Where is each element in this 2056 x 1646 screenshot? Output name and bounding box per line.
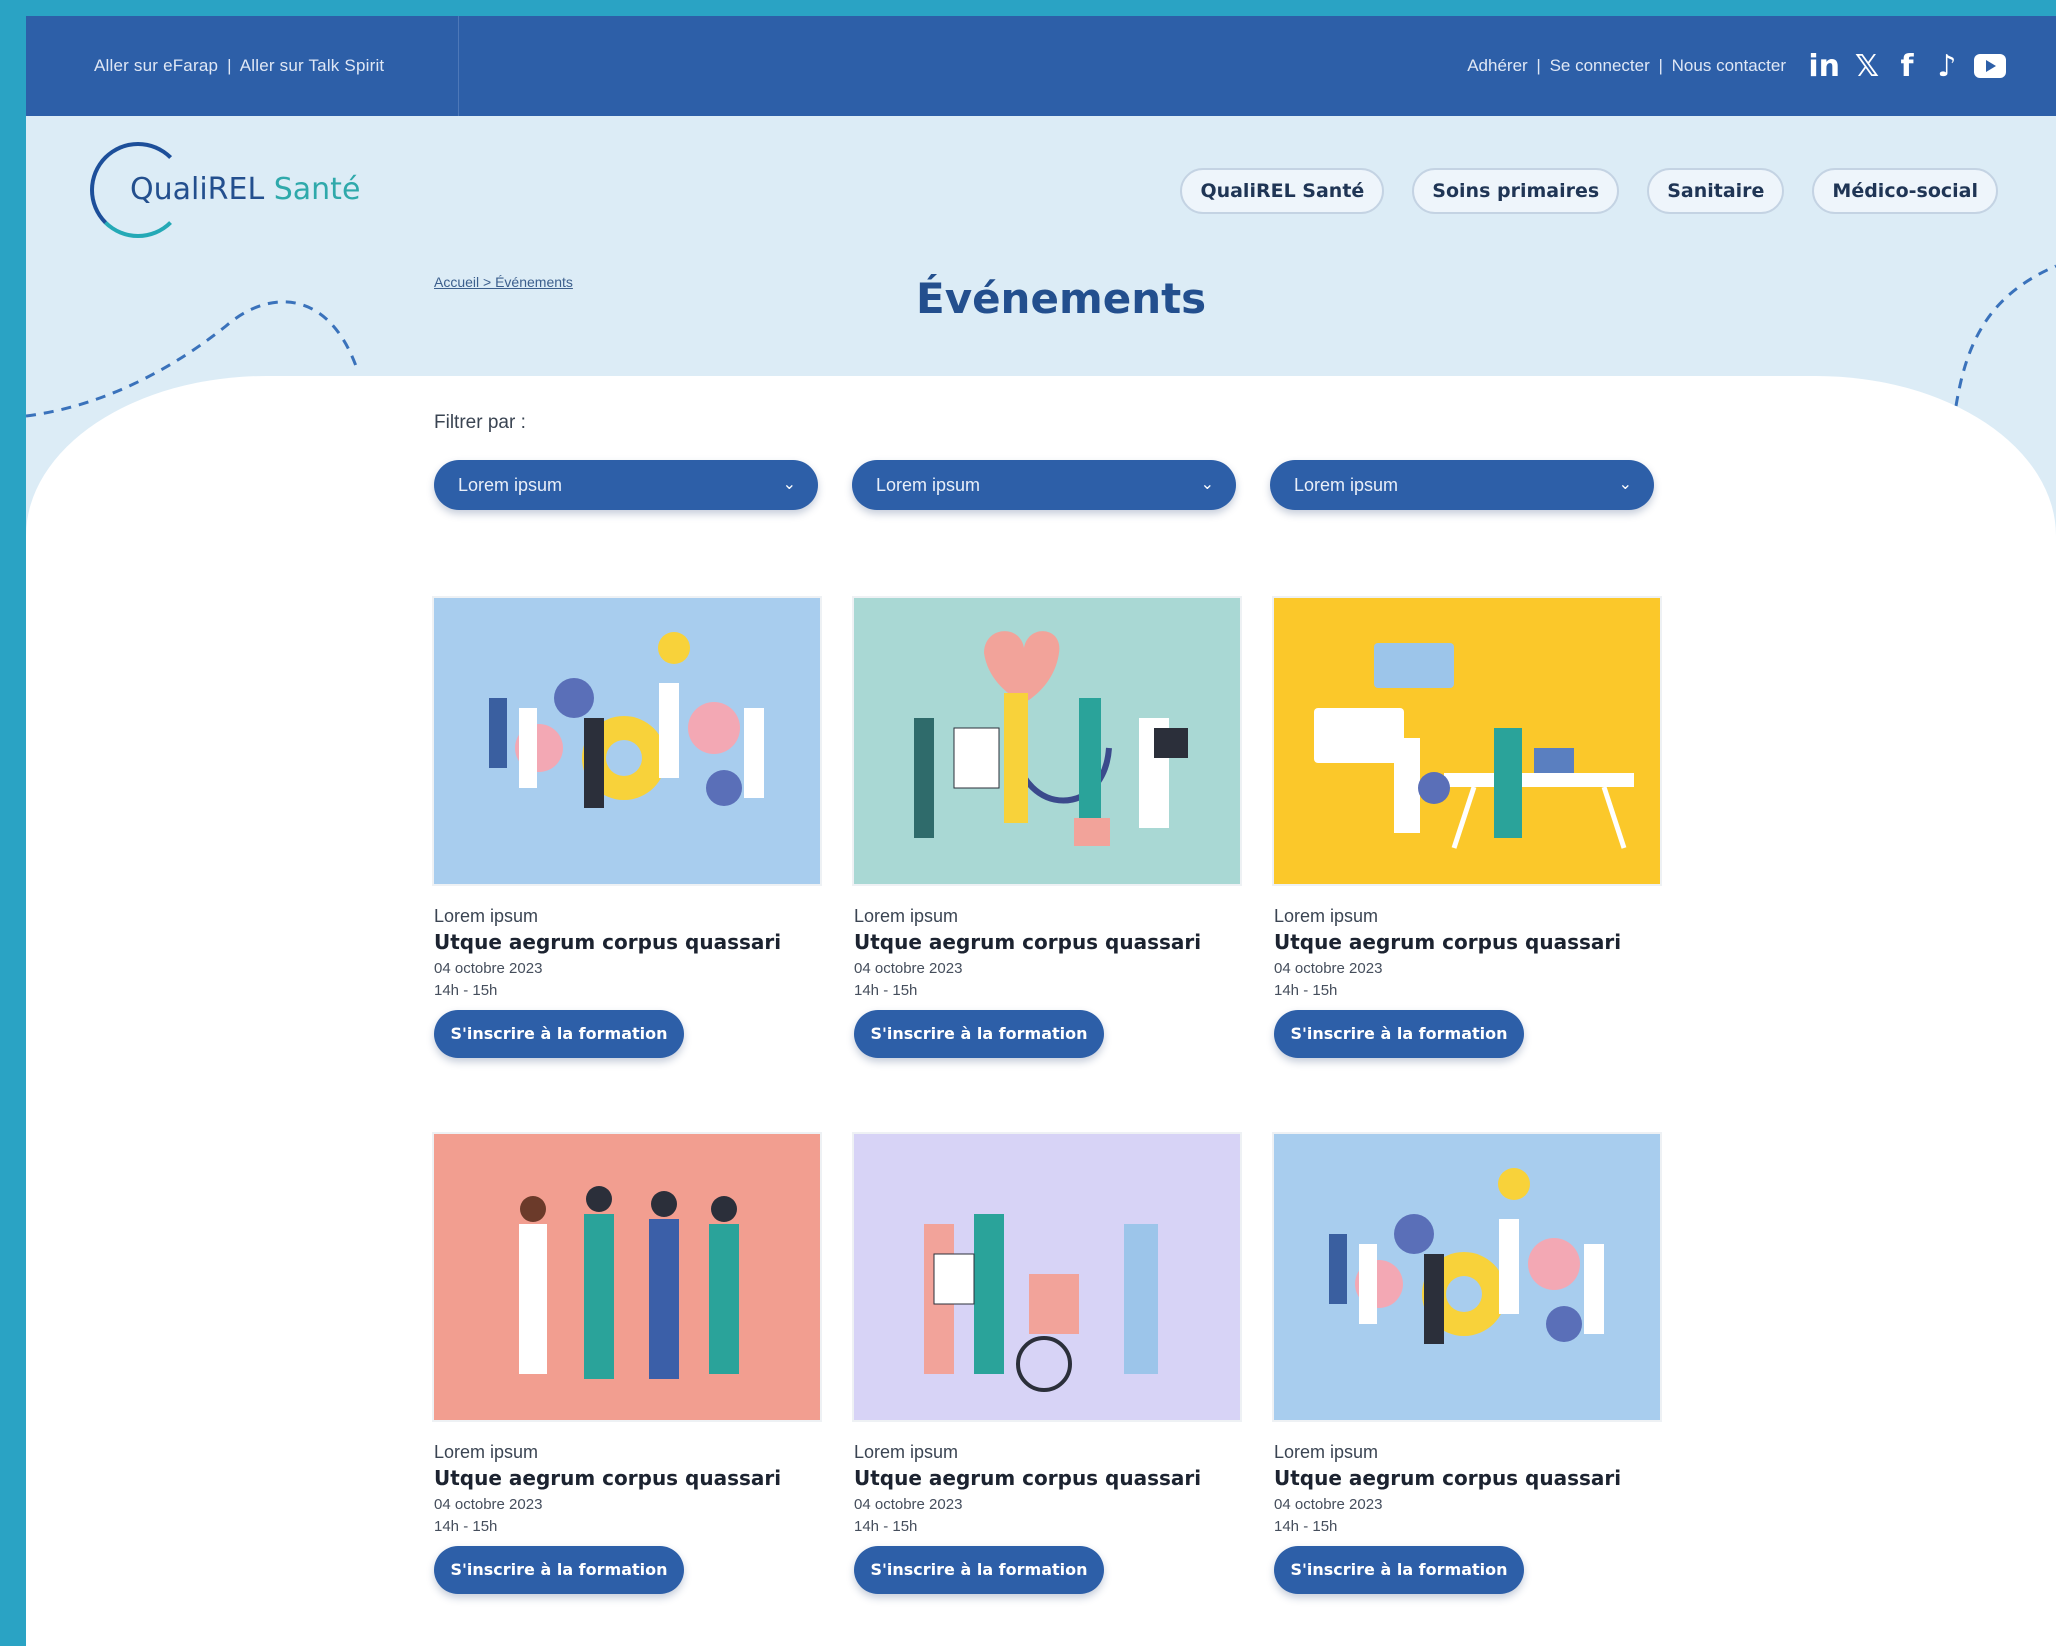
- divider: |: [227, 56, 232, 75]
- logo-wordmark: QualiREL Santé: [130, 172, 360, 207]
- browser-frame: Aller sur eFarap | Aller sur Talk Spirit…: [0, 0, 2056, 1646]
- social-links: in 𝕏 f ♪: [1808, 46, 2006, 86]
- event-date: 04 octobre 2023: [434, 960, 543, 977]
- event-date: 04 octobre 2023: [854, 960, 963, 977]
- event-title[interactable]: Utque aegrum corpus quassari: [854, 1466, 1201, 1490]
- event-category: Lorem ipsum: [1274, 1442, 1379, 1462]
- event-date: 04 octobre 2023: [854, 1496, 963, 1513]
- event-time: 14h - 15h: [854, 1518, 918, 1535]
- logo-name-accent: Santé: [273, 172, 361, 207]
- divider: |: [1658, 56, 1663, 75]
- event-title[interactable]: Utque aegrum corpus quassari: [1274, 1466, 1621, 1490]
- contact-link[interactable]: Nous contacter: [1672, 56, 1786, 75]
- event-title[interactable]: Utque aegrum corpus quassari: [434, 930, 781, 954]
- filter-select-value: Lorem ipsum: [876, 475, 981, 495]
- nav-medico-social[interactable]: Médico-social: [1812, 168, 1998, 214]
- chevron-down-icon: ⌄: [1200, 476, 1214, 493]
- top-bar: Aller sur eFarap | Aller sur Talk Spirit…: [26, 16, 2056, 116]
- top-bar-left-links: Aller sur eFarap | Aller sur Talk Spirit: [94, 16, 384, 116]
- top-bar-separator: [458, 16, 459, 116]
- linkedin-icon[interactable]: in: [1808, 46, 1840, 86]
- decorative-dashed-curve: [1954, 264, 2056, 407]
- top-bar-right-links: Adhérer | Se connecter | Nous contacter: [1467, 16, 1786, 116]
- register-button[interactable]: S'inscrire à la formation: [854, 1546, 1104, 1594]
- event-date: 04 octobre 2023: [434, 1496, 543, 1513]
- event-illustration[interactable]: [432, 596, 822, 886]
- chevron-down-icon: ⌄: [1618, 476, 1632, 493]
- facebook-icon[interactable]: f: [1894, 46, 1920, 86]
- filter-select-value: Lorem ipsum: [458, 475, 563, 495]
- filter-label: Filtrer par :: [434, 412, 526, 433]
- event-illustration[interactable]: [1272, 596, 1662, 886]
- register-button[interactable]: S'inscrire à la formation: [854, 1010, 1104, 1058]
- adherer-link[interactable]: Adhérer: [1467, 56, 1527, 75]
- nav-sanitaire[interactable]: Sanitaire: [1647, 168, 1785, 214]
- event-time: 14h - 15h: [434, 982, 498, 999]
- chevron-down-icon: ⌄: [782, 476, 796, 493]
- event-date: 04 octobre 2023: [1274, 1496, 1383, 1513]
- event-time: 14h - 15h: [1274, 1518, 1338, 1535]
- filter-select-value: Lorem ipsum: [1294, 475, 1399, 495]
- efarap-link[interactable]: Aller sur eFarap: [94, 56, 218, 75]
- youtube-icon[interactable]: [1974, 46, 2006, 86]
- register-button[interactable]: S'inscrire à la formation: [434, 1010, 684, 1058]
- event-time: 14h - 15h: [434, 1518, 498, 1535]
- site-logo[interactable]: QualiREL Santé: [90, 142, 390, 252]
- event-illustration[interactable]: [1272, 1132, 1662, 1422]
- event-category: Lorem ipsum: [1274, 906, 1379, 926]
- tiktok-icon[interactable]: ♪: [1934, 46, 1960, 86]
- main-nav: QualiREL Santé Soins primaires Sanitaire…: [1180, 168, 1998, 214]
- breadcrumb[interactable]: Accueil > Événements: [434, 274, 573, 290]
- event-title[interactable]: Utque aegrum corpus quassari: [434, 1466, 781, 1490]
- event-title[interactable]: Utque aegrum corpus quassari: [854, 930, 1201, 954]
- nav-qualirel-sante[interactable]: QualiREL Santé: [1180, 168, 1385, 214]
- event-illustration[interactable]: [852, 596, 1242, 886]
- event-date: 04 octobre 2023: [1274, 960, 1383, 977]
- filter-select-2[interactable]: Lorem ipsum ⌄: [852, 460, 1236, 510]
- register-button[interactable]: S'inscrire à la formation: [1274, 1010, 1524, 1058]
- talkspirit-link[interactable]: Aller sur Talk Spirit: [240, 56, 385, 75]
- event-time: 14h - 15h: [854, 982, 918, 999]
- divider: |: [1536, 56, 1541, 75]
- page-title: Événements: [916, 274, 1207, 323]
- event-title[interactable]: Utque aegrum corpus quassari: [1274, 930, 1621, 954]
- filter-select-3[interactable]: Lorem ipsum ⌄: [1270, 460, 1654, 510]
- x-icon[interactable]: 𝕏: [1854, 46, 1880, 86]
- event-category: Lorem ipsum: [854, 906, 959, 926]
- filter-select-1[interactable]: Lorem ipsum ⌄: [434, 460, 818, 510]
- frame-border-top: [0, 0, 2056, 16]
- page: Aller sur eFarap | Aller sur Talk Spirit…: [26, 16, 2056, 1646]
- event-illustration[interactable]: [852, 1132, 1242, 1422]
- event-time: 14h - 15h: [1274, 982, 1338, 999]
- logo-name: QualiREL: [130, 172, 274, 207]
- frame-border-left: [0, 0, 26, 1646]
- event-category: Lorem ipsum: [434, 906, 539, 926]
- nav-soins-primaires[interactable]: Soins primaires: [1412, 168, 1620, 214]
- filters: Lorem ipsum ⌄ Lorem ipsum ⌄ Lorem ipsum …: [434, 460, 1654, 510]
- event-illustration[interactable]: [432, 1132, 822, 1422]
- login-link[interactable]: Se connecter: [1550, 56, 1650, 75]
- register-button[interactable]: S'inscrire à la formation: [1274, 1546, 1524, 1594]
- event-category: Lorem ipsum: [434, 1442, 539, 1462]
- register-button[interactable]: S'inscrire à la formation: [434, 1546, 684, 1594]
- event-category: Lorem ipsum: [854, 1442, 959, 1462]
